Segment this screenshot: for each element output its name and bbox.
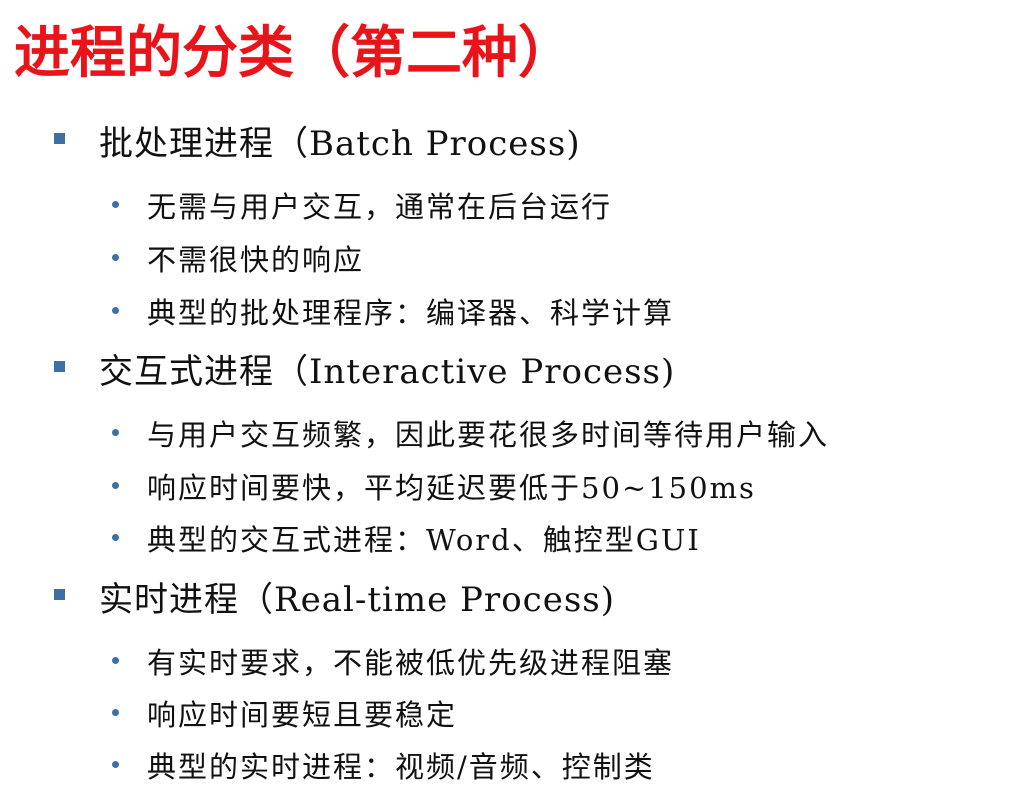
section-heading-text: 实时进程（Real-time Process) [99,579,615,620]
list-item-text: 不需很快的响应 [147,243,365,277]
list-item: 与用户交互频繁，因此要花很多时间等待用户输入 [112,410,829,456]
list-item-text: 典型的批处理程序：编译器、科学计算 [147,296,675,330]
list-item: 典型的批处理程序：编译器、科学计算 [112,288,674,334]
list-item-text: 有实时要求，不能被低优先级进程阻塞 [147,646,675,680]
slide-title: 进程的分类（第二种） [14,21,574,86]
list-item: 有实时要求，不能被低优先级进程阻塞 [112,638,674,684]
list-item: 响应时间要快，平均延迟要低于50~150ms [112,463,756,509]
list-item: 无需与用户交互，通常在后台运行 [112,182,612,228]
round-bullet-icon [112,760,119,768]
list-item: 响应时间要短且要稳定 [112,690,457,736]
square-bullet-icon [54,588,65,600]
list-item-text: 响应时间要快，平均延迟要低于50~150ms [147,471,756,505]
square-bullet-icon [54,132,65,144]
round-bullet-icon [112,200,119,208]
section-heading-interactive: 交互式进程（Interactive Process) [54,340,675,396]
list-item: 不需很快的响应 [112,235,364,281]
round-bullet-icon [112,708,119,716]
round-bullet-icon [112,481,119,489]
round-bullet-icon [112,253,119,261]
round-bullet-icon [112,306,119,314]
round-bullet-icon [112,656,119,664]
list-item-text: 无需与用户交互，通常在后台运行 [147,190,613,224]
list-item: 典型的交互式进程：Word、触控型GUI [112,515,701,561]
round-bullet-icon [112,533,119,541]
section-heading-text: 批处理进程（Batch Process) [99,123,581,164]
round-bullet-icon [112,428,119,436]
square-bullet-icon [54,360,65,372]
list-item-text: 典型的实时进程：视频/音频、控制类 [147,750,655,784]
section-heading-batch: 批处理进程（Batch Process) [54,112,581,168]
section-heading-text: 交互式进程（Interactive Process) [99,351,676,392]
slide: 进程的分类（第二种） 批处理进程（Batch Process) 无需与用户交互，… [0,0,1020,796]
list-item: 典型的实时进程：视频/音频、控制类 [112,742,655,788]
list-item-text: 典型的交互式进程：Word、触控型GUI [147,523,701,557]
list-item-text: 与用户交互频繁，因此要花很多时间等待用户输入 [147,418,830,452]
section-heading-realtime: 实时进程（Real-time Process) [54,568,615,624]
list-item-text: 响应时间要短且要稳定 [147,698,458,732]
